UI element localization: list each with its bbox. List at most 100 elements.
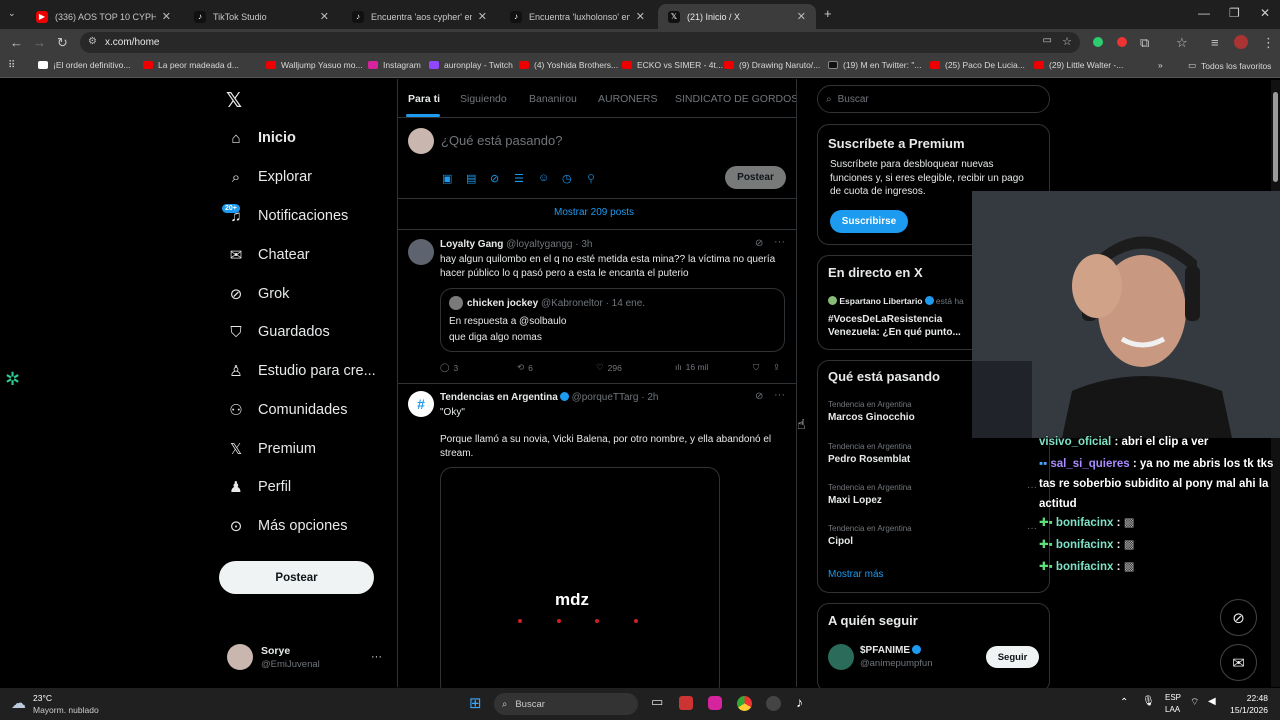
bookmark-8[interactable]: (9) Drawing Naruto/...: [724, 60, 820, 70]
account-more-icon[interactable]: ···: [371, 651, 382, 663]
address-bar[interactable]: ⚙ x.com/home ☆ ▭: [80, 32, 1080, 53]
nav-mas-opciones[interactable]: ⊙ Más opciones: [227, 517, 348, 535]
show-more-link[interactable]: Mostrar más: [828, 569, 884, 580]
microphone-icon[interactable]: 🎙: [1142, 696, 1155, 707]
bookmark-5[interactable]: auronplay - Twitch: [429, 60, 513, 70]
forward-icon[interactable]: →: [33, 35, 46, 50]
trend-more-icon[interactable]: ···: [1027, 482, 1037, 493]
bookmark-10[interactable]: (25) Paco De Lucia...: [930, 60, 1025, 70]
browser-menu-icon[interactable]: ⋮: [1262, 35, 1275, 51]
nav-notificaciones[interactable]: ♫ Notificaciones: [227, 207, 348, 225]
grok-float-button[interactable]: ⊘: [1220, 599, 1257, 636]
tiktok-app-icon[interactable]: ♪: [796, 694, 803, 710]
language-code[interactable]: ESP: [1165, 693, 1181, 702]
search-input[interactable]: ⌕ Buscar: [817, 85, 1050, 113]
back-icon[interactable]: ←: [10, 35, 23, 50]
clock-time[interactable]: 22:48: [1230, 693, 1268, 703]
cast-icon[interactable]: ▭: [1043, 35, 1052, 46]
follow-button[interactable]: Seguir: [986, 646, 1039, 668]
nav-chatear[interactable]: ✉ Chatear: [227, 246, 310, 264]
taskbar-search[interactable]: ⌕ Buscar: [494, 693, 638, 715]
clock-date[interactable]: 15/1/2026: [1226, 705, 1268, 715]
extensions-icon[interactable]: ⧉: [1140, 35, 1149, 51]
minimize-icon[interactable]: —: [1198, 6, 1210, 20]
grok-post-icon[interactable]: ⊘: [755, 238, 763, 249]
star-icon[interactable]: ☆: [1062, 35, 1072, 48]
apps-icon[interactable]: ⠿: [8, 60, 15, 71]
close-window-icon[interactable]: ✕: [1260, 6, 1270, 20]
all-bookmarks[interactable]: ▭ Todos los favoritos: [1188, 60, 1271, 71]
views-button[interactable]: ılı 16 mil: [675, 362, 708, 372]
poll-icon[interactable]: ☰: [514, 172, 524, 185]
feed-tab-bananirou[interactable]: Bananirou: [529, 93, 577, 105]
tray-chevron-icon[interactable]: ⌃: [1120, 697, 1128, 708]
trend-item[interactable]: Pedro Rosemblat: [828, 454, 910, 465]
live-topic-2[interactable]: Venezuela: ¿En qué punto...: [828, 326, 961, 340]
bookmark-1[interactable]: ¡El orden definitivo...: [38, 60, 130, 70]
app-red-icon[interactable]: [679, 696, 693, 710]
post2-author[interactable]: Tendencias en Argentina: [440, 392, 558, 403]
site-info-icon[interactable]: ⚙: [88, 36, 97, 47]
new-tab-icon[interactable]: +: [824, 6, 832, 21]
instagram-app-icon[interactable]: [708, 696, 722, 710]
close-tab-icon[interactable]: ✕: [320, 10, 329, 23]
reply-button[interactable]: ◯ 3: [440, 362, 458, 373]
scrollbar-thumb[interactable]: [1273, 92, 1278, 182]
schedule-icon[interactable]: ◷: [562, 172, 572, 185]
account-avatar[interactable]: [227, 644, 253, 670]
post-more-icon[interactable]: ···: [774, 236, 785, 248]
assistant-icon[interactable]: ✲: [5, 369, 20, 390]
close-tab-icon[interactable]: ✕: [162, 10, 171, 23]
keyboard-layout[interactable]: LAA: [1165, 705, 1180, 714]
task-view-icon[interactable]: ▭: [651, 694, 663, 710]
feed-tab-auroners[interactable]: AURONERS: [598, 93, 658, 105]
feed-tab-siguiendo[interactable]: Siguiendo: [460, 93, 507, 105]
feed-tab-sindicato[interactable]: SINDICATO DE GORDOS V: [675, 93, 796, 105]
post-more-icon[interactable]: ···: [774, 389, 785, 401]
extension-green-icon[interactable]: [1093, 37, 1103, 47]
post-author[interactable]: Loyalty Gang: [440, 239, 503, 250]
follow-avatar[interactable]: [828, 644, 854, 670]
subscribe-button[interactable]: Suscribirse: [830, 210, 908, 233]
share-button[interactable]: ⇪: [773, 362, 780, 373]
volume-icon[interactable]: ◀: [1208, 696, 1216, 707]
profile-avatar[interactable]: [1234, 35, 1248, 49]
bookmark-4[interactable]: Instagram: [368, 60, 421, 70]
nav-inicio[interactable]: ⌂ Inicio: [227, 129, 295, 147]
close-tab-icon[interactable]: ✕: [478, 10, 487, 23]
chrome-icon[interactable]: [737, 696, 752, 711]
close-tab-icon[interactable]: ✕: [636, 10, 645, 23]
tab-search-icon[interactable]: ⌄: [8, 8, 16, 19]
save-button[interactable]: ⛉: [753, 362, 759, 373]
nav-premium[interactable]: 𝕏 Premium: [227, 440, 316, 458]
hashtag-avatar-icon[interactable]: #: [408, 391, 434, 417]
nav-perfil[interactable]: ♟ Perfil: [227, 478, 291, 496]
bookmark-9[interactable]: (19) M en Twitter: "...: [828, 60, 921, 70]
more-bookmarks-icon[interactable]: »: [1158, 60, 1163, 70]
trend-item[interactable]: Cipol: [828, 536, 853, 547]
restore-icon[interactable]: ❐: [1229, 6, 1240, 20]
bookmark-6[interactable]: (4) Yoshida Brothers...: [519, 60, 618, 70]
post-avatar[interactable]: [408, 239, 434, 265]
gif-icon[interactable]: ▤: [466, 172, 476, 185]
browser-tab-5[interactable]: 𝕏 (21) Inicio / X ✕: [658, 4, 816, 29]
close-tab-icon[interactable]: ✕: [797, 10, 806, 23]
wifi-icon[interactable]: ⌔: [1190, 696, 1199, 709]
start-icon[interactable]: ⊞: [469, 694, 482, 712]
post2-media[interactable]: [440, 467, 720, 697]
like-button[interactable]: ♡ 296: [596, 362, 622, 373]
location-icon[interactable]: ⚲: [587, 172, 595, 185]
obs-icon[interactable]: [766, 696, 781, 711]
live-topic-1[interactable]: #VocesDeLaResistencia: [828, 313, 942, 327]
browser-tab-4[interactable]: ♪ Encuentra 'luxholonso' en TikTok✕: [500, 4, 655, 29]
bookmark-3[interactable]: Walljump Yasuo mo...: [266, 60, 363, 70]
media-icon[interactable]: ▣: [442, 172, 452, 185]
extension-red-icon[interactable]: [1117, 37, 1127, 47]
weather-icon[interactable]: ☁: [11, 694, 26, 712]
nav-comunidades[interactable]: ⚇ Comunidades: [227, 401, 347, 419]
bookmark-11[interactable]: (29) Little Walter -...: [1034, 60, 1123, 70]
bookmark-2[interactable]: La peor madeada d...: [143, 60, 239, 70]
compose-input[interactable]: ¿Qué está pasando?: [441, 133, 562, 148]
reload-icon[interactable]: ↻: [57, 35, 68, 51]
show-posts-link[interactable]: Mostrar 209 posts: [554, 207, 634, 218]
